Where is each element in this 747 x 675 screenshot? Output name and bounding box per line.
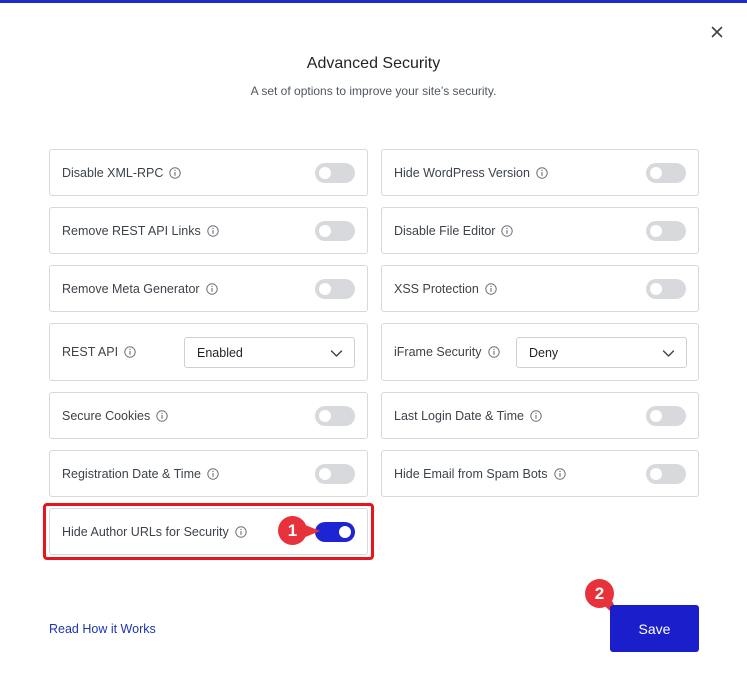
info-icon[interactable] — [124, 346, 136, 358]
option-label: Hide WordPress Version — [394, 165, 530, 180]
select-value: Deny — [529, 345, 559, 360]
toggle-knob — [650, 468, 662, 480]
toggle-knob — [650, 410, 662, 422]
close-button[interactable] — [708, 23, 726, 41]
option-label: Hide Email from Spam Bots — [394, 466, 548, 481]
toggle-knob — [650, 167, 662, 179]
info-icon[interactable] — [156, 409, 168, 422]
option-label: REST API — [62, 345, 119, 359]
toggle-knob — [319, 410, 331, 422]
option-disable-xmlrpc: Disable XML-RPC — [49, 149, 368, 196]
option-remove-meta-generator: Remove Meta Generator — [49, 265, 368, 312]
save-button[interactable]: Save — [610, 605, 699, 652]
dialog-title: Advanced Security — [306, 55, 441, 72]
option-label: Secure Cookies — [62, 408, 151, 423]
option-label: Remove Meta Generator — [62, 281, 200, 296]
hide-wp-version-toggle[interactable] — [646, 163, 686, 183]
remove-rest-links-toggle[interactable] — [315, 221, 355, 241]
option-label: iFrame Security — [394, 345, 482, 359]
option-xss-protection: XSS Protection — [381, 265, 699, 312]
info-icon[interactable] — [487, 346, 500, 358]
option-secure-cookies: Secure Cookies — [49, 392, 368, 439]
info-icon[interactable] — [553, 467, 566, 480]
toggle-knob — [650, 225, 662, 237]
toggle-knob — [319, 167, 331, 179]
option-label: Last Login Date & Time — [394, 408, 524, 423]
info-icon[interactable] — [207, 224, 219, 237]
select-value: Enabled — [197, 345, 243, 360]
option-label: Registration Date & Time — [62, 466, 201, 481]
chevron-down-icon — [330, 347, 343, 360]
step-badge-2: 2 — [585, 579, 614, 608]
info-icon[interactable] — [530, 409, 542, 422]
option-label: Remove REST API Links — [62, 223, 201, 238]
toggle-knob — [319, 468, 331, 480]
chevron-down-icon — [662, 347, 675, 360]
info-icon[interactable] — [536, 166, 548, 179]
hide-email-toggle[interactable] — [646, 464, 686, 484]
option-iframe-security: iFrame Security Deny — [381, 323, 699, 381]
registration-date-toggle[interactable] — [315, 464, 355, 484]
info-icon[interactable] — [207, 467, 219, 480]
iframe-security-select[interactable]: Deny — [516, 337, 687, 368]
top-accent-bar — [0, 0, 747, 3]
option-label: Disable XML-RPC — [62, 165, 164, 180]
info-icon[interactable] — [501, 224, 514, 237]
secure-cookies-toggle[interactable] — [315, 406, 355, 426]
remove-meta-generator-toggle[interactable] — [315, 279, 355, 299]
option-hide-wp-version: Hide WordPress Version — [381, 149, 699, 196]
toggle-knob — [319, 283, 331, 295]
toggle-knob — [650, 283, 662, 295]
disable-file-editor-toggle[interactable] — [646, 221, 686, 241]
toggle-knob — [319, 225, 331, 237]
read-how-it-works-link[interactable]: Read How it Works — [49, 622, 156, 636]
info-icon[interactable] — [485, 282, 497, 295]
last-login-toggle[interactable] — [646, 406, 686, 426]
xss-protection-toggle[interactable] — [646, 279, 686, 299]
option-hide-email: Hide Email from Spam Bots — [381, 450, 699, 497]
step-badge-1: 1 — [278, 516, 307, 545]
dialog-subtitle: A set of options to improve your site’s … — [250, 84, 497, 98]
option-remove-rest-links: Remove REST API Links — [49, 207, 368, 254]
option-disable-file-editor: Disable File Editor — [381, 207, 699, 254]
rest-api-select[interactable]: Enabled — [184, 337, 355, 368]
option-last-login: Last Login Date & Time — [381, 392, 699, 439]
info-icon[interactable] — [205, 282, 218, 295]
close-icon — [711, 26, 723, 38]
option-label: XSS Protection — [394, 281, 479, 296]
option-label: Disable File Editor — [394, 223, 496, 238]
option-registration-date: Registration Date & Time — [49, 450, 368, 497]
option-rest-api: REST API Enabled — [49, 323, 368, 381]
info-icon[interactable] — [169, 166, 182, 179]
disable-xmlrpc-toggle[interactable] — [315, 163, 355, 183]
